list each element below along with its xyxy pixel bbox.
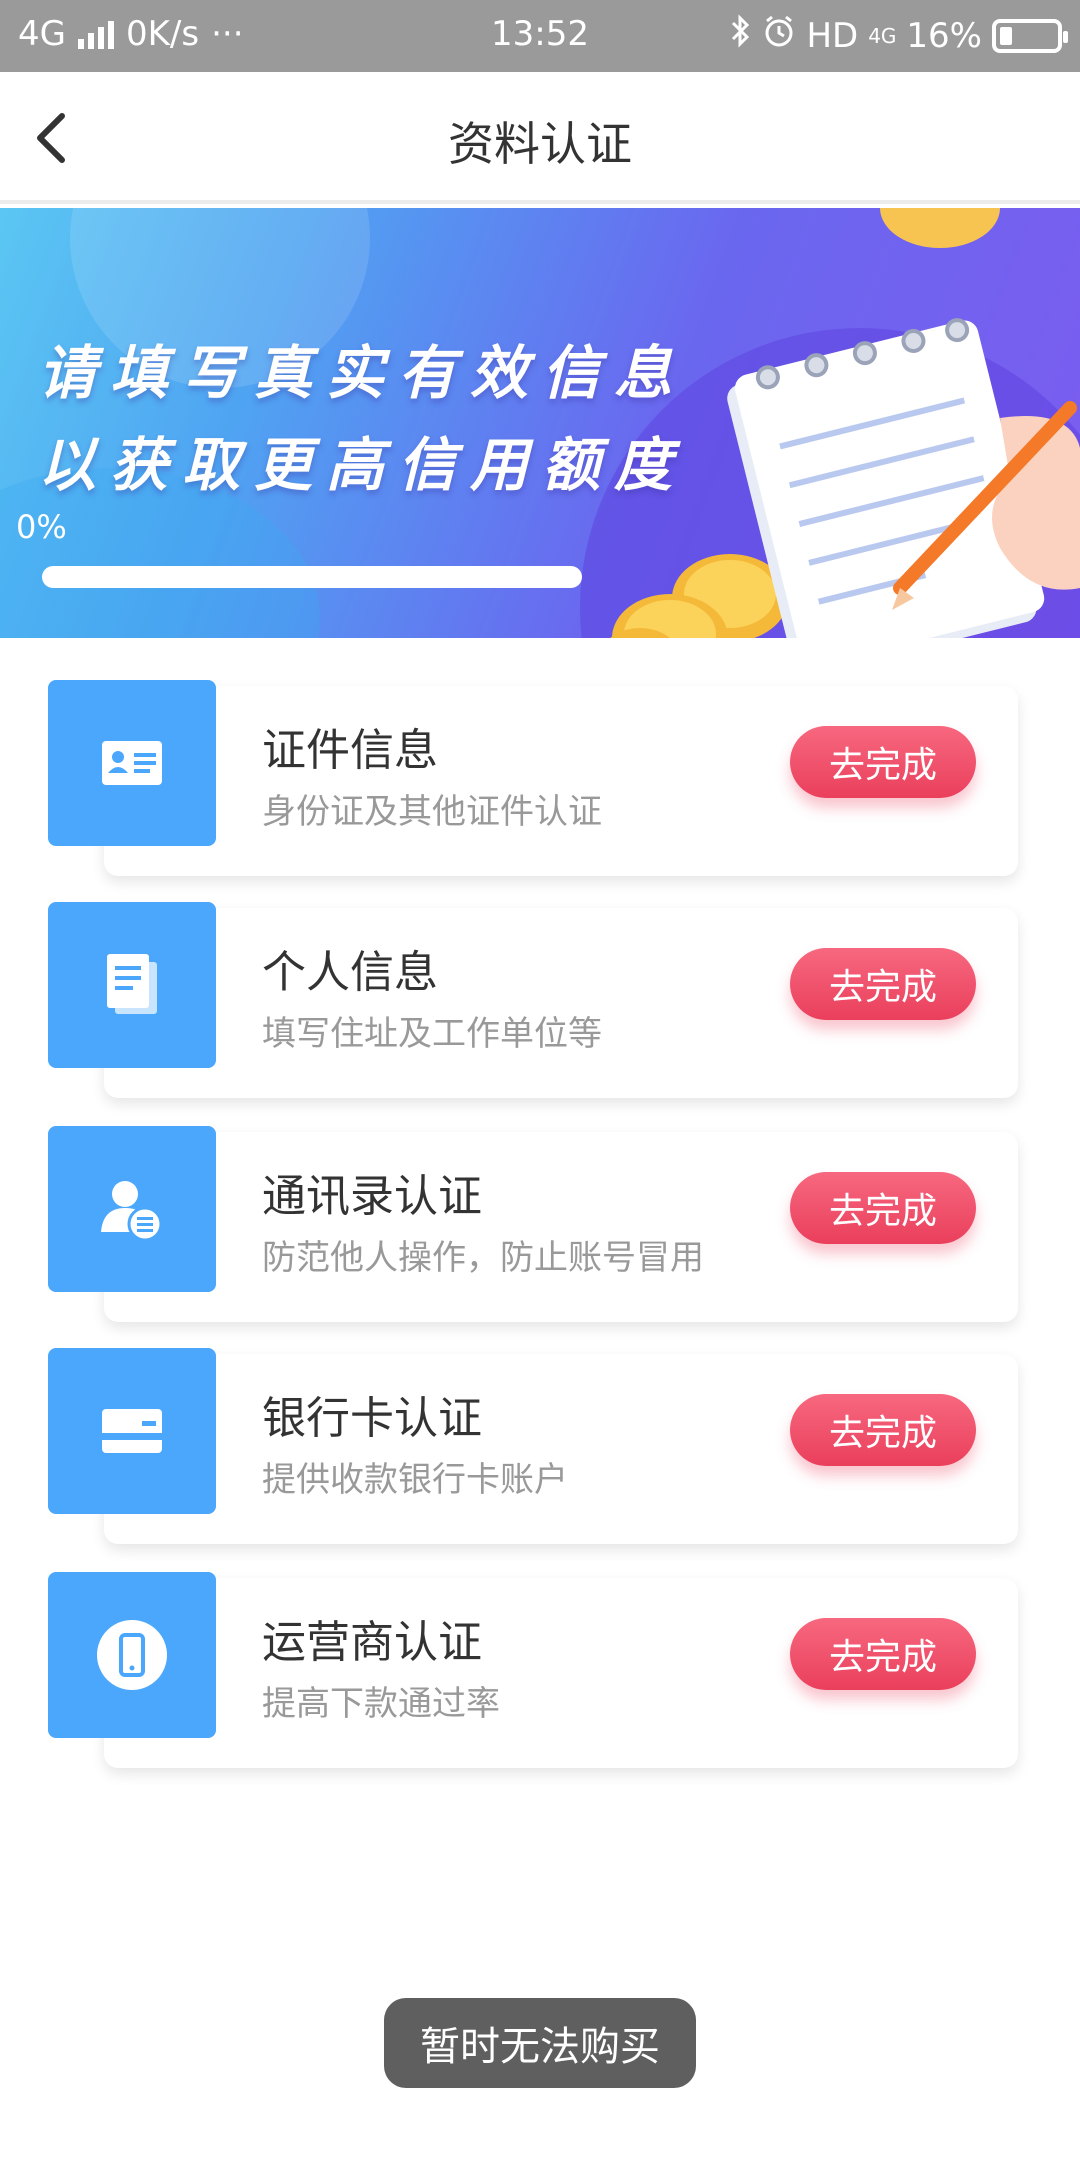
battery-icon [992, 18, 1068, 53]
item-subtitle: 身份证及其他证件认证 [262, 792, 602, 832]
battery-percent: 16% [906, 15, 982, 56]
item-title: 个人信息 [262, 947, 438, 998]
phone-icon [48, 1572, 216, 1738]
id-card-icon [48, 680, 216, 846]
status-bar: 4G 0K/s ··· 13:52 HD 4G 16% [0, 0, 1080, 72]
list-item-id-info[interactable]: 证件信息 身份证及其他证件认证 去完成 [48, 680, 1018, 876]
banner-headline-2: 以获取更高信用额度 [38, 431, 687, 499]
list-item-contacts[interactable]: 通讯录认证 防范他人操作，防止账号冒用 去完成 [48, 1126, 1018, 1322]
item-subtitle: 防范他人操作，防止账号冒用 [262, 1238, 704, 1278]
complete-button[interactable]: 去完成 [790, 1172, 976, 1244]
nav-bar: 资料认证 [0, 72, 1080, 204]
contact-icon [48, 1126, 216, 1292]
complete-button[interactable]: 去完成 [790, 1618, 976, 1690]
item-subtitle: 提高下款通过率 [262, 1684, 500, 1724]
progress-bar [42, 566, 582, 588]
complete-button[interactable]: 去完成 [790, 726, 976, 798]
item-title: 银行卡认证 [262, 1393, 482, 1444]
complete-button[interactable]: 去完成 [790, 948, 976, 1020]
alarm-icon [762, 14, 796, 57]
notepad-illustration [610, 318, 1080, 638]
bluetooth-icon [730, 14, 752, 57]
banner: 请填写真实有效信息 以获取更高信用额度 0% [0, 208, 1080, 638]
list-item-bank-card[interactable]: 银行卡认证 提供收款银行卡账户 去完成 [48, 1348, 1018, 1544]
coin-decoration [880, 208, 1000, 248]
bank-card-icon [48, 1348, 216, 1514]
document-icon [48, 902, 216, 1068]
list-item-personal-info[interactable]: 个人信息 填写住址及工作单位等 去完成 [48, 902, 1018, 1098]
complete-button[interactable]: 去完成 [790, 1394, 976, 1466]
banner-headline-1: 请填写真实有效信息 [38, 339, 687, 407]
progress-percent: 0% [16, 508, 67, 546]
item-title: 通讯录认证 [262, 1171, 482, 1222]
item-subtitle: 填写住址及工作单位等 [262, 1014, 602, 1054]
toast-message: 暂时无法购买 [384, 1998, 696, 2088]
list-item-carrier[interactable]: 运营商认证 提高下款通过率 去完成 [48, 1572, 1018, 1768]
hd-label: HD [806, 15, 859, 56]
network-4g-label: 4G [868, 23, 897, 48]
item-title: 运营商认证 [262, 1617, 482, 1668]
page-title: 资料认证 [448, 117, 632, 171]
item-title: 证件信息 [262, 725, 438, 776]
item-subtitle: 提供收款银行卡账户 [262, 1460, 568, 1500]
